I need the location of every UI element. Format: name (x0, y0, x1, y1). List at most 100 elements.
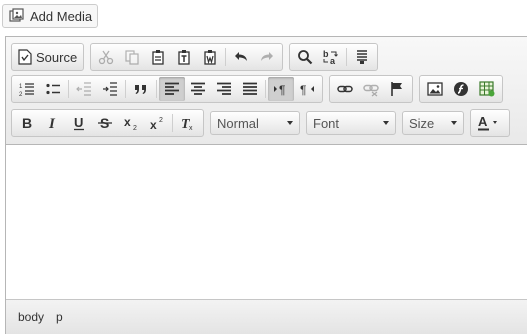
element-path-p[interactable]: p (56, 310, 63, 324)
separator (225, 48, 227, 66)
decrease-indent-icon (76, 81, 92, 97)
underline-button[interactable]: U (66, 111, 92, 135)
svg-text:B: B (22, 115, 32, 131)
replace-button[interactable]: ba (318, 45, 344, 69)
list-group: 12 ¶ ¶ (11, 75, 323, 103)
copy-button[interactable] (119, 45, 145, 69)
anchor-button[interactable] (384, 77, 410, 101)
font-select[interactable]: Font (306, 111, 396, 135)
basic-styles-group: B I U S x 2 x 2 T x (11, 109, 204, 137)
paste-word-icon (202, 49, 218, 65)
document-group: Source (11, 43, 85, 71)
align-right-icon (216, 81, 232, 97)
font-select-value: Font (313, 115, 340, 131)
separator (346, 48, 348, 66)
decrease-indent-button[interactable] (71, 77, 97, 101)
align-left-button[interactable] (159, 77, 185, 101)
colors-group: A (470, 109, 510, 137)
undo-button[interactable] (228, 45, 254, 69)
rich-text-editor: Source b a 1 2 ¶ ¶ B I U S x 2 x 2 T x N… (5, 36, 527, 334)
redo-button[interactable] (254, 45, 280, 69)
paste-button[interactable] (145, 45, 171, 69)
size-select-value: Size (409, 115, 435, 131)
image-button[interactable] (422, 77, 448, 101)
cut-button[interactable] (93, 45, 119, 69)
italic-button[interactable]: I (40, 111, 66, 135)
text-direction-rtl-button[interactable]: ¶ (294, 77, 320, 101)
table-icon (479, 81, 495, 97)
links-group (329, 75, 413, 103)
toolbar-row-1: Source b a (11, 43, 384, 71)
bulleted-list-button[interactable] (40, 77, 66, 101)
redo-icon (259, 49, 275, 65)
numbered-list-button[interactable]: 12 (14, 77, 40, 101)
justify-icon (242, 81, 258, 97)
chevron-down-icon (287, 121, 293, 125)
add-media-button[interactable]: Add Media (2, 4, 98, 28)
undo-icon (233, 49, 249, 65)
paste-text-button[interactable] (171, 45, 197, 69)
bulleted-list-icon (45, 81, 61, 97)
svg-text:b: b (323, 49, 329, 59)
superscript-button[interactable]: x2 (144, 111, 170, 135)
svg-text:x: x (150, 118, 157, 131)
flash-button[interactable] (448, 77, 474, 101)
svg-text:¶: ¶ (279, 83, 285, 97)
svg-text:¶: ¶ (300, 83, 306, 97)
increase-indent-icon (102, 81, 118, 97)
editor-toolbar: Source b a 1 2 ¶ ¶ B I U S x 2 x 2 T x N… (6, 37, 527, 145)
anchor-flag-icon (389, 81, 405, 97)
strikethrough-button[interactable]: S (92, 111, 118, 135)
subscript-button[interactable]: x2 (118, 111, 144, 135)
chevron-down-icon (383, 121, 389, 125)
clipboard-group (90, 43, 284, 71)
text-color-icon: A (477, 115, 503, 131)
blockquote-icon (133, 81, 149, 97)
text-direction-ltr-button[interactable]: ¶ (268, 77, 294, 101)
select-all-button[interactable] (349, 45, 375, 69)
text-direction-rtl-icon: ¶ (299, 81, 315, 97)
strikethrough-icon: S (97, 115, 113, 131)
table-button[interactable] (474, 77, 500, 101)
svg-text:x: x (189, 125, 193, 131)
source-button[interactable]: Source (14, 45, 81, 69)
unlink-icon (363, 81, 379, 97)
image-icon (427, 81, 443, 97)
editor-content-area[interactable] (6, 145, 527, 298)
link-button[interactable] (332, 77, 358, 101)
separator (265, 80, 266, 98)
unlink-button[interactable] (358, 77, 384, 101)
insert-group (419, 75, 503, 103)
element-path-body[interactable]: body (18, 310, 44, 324)
chevron-down-icon (451, 121, 457, 125)
paste-word-button[interactable] (197, 45, 223, 69)
increase-indent-button[interactable] (97, 77, 123, 101)
size-select[interactable]: Size (402, 111, 464, 135)
separator (68, 80, 69, 98)
copy-icon (124, 49, 140, 65)
blockquote-button[interactable] (128, 77, 154, 101)
cut-icon (98, 49, 114, 65)
toolbar-row-2: 12 ¶ ¶ (11, 75, 509, 103)
remove-format-button[interactable]: Tx (175, 111, 201, 135)
source-icon (18, 49, 32, 65)
remove-format-icon: Tx (180, 115, 196, 131)
text-color-button[interactable]: A (473, 111, 507, 135)
editor-statusbar: body p (6, 299, 527, 334)
editing-group: ba (289, 43, 379, 71)
align-left-icon (164, 81, 180, 97)
align-center-button[interactable] (185, 77, 211, 101)
justify-button[interactable] (237, 77, 263, 101)
text-direction-ltr-icon: ¶ (273, 81, 289, 97)
italic-icon: I (45, 115, 61, 131)
find-button[interactable] (292, 45, 318, 69)
svg-text:A: A (478, 115, 488, 129)
format-select[interactable]: Normal (210, 111, 300, 135)
svg-text:a: a (330, 56, 336, 65)
add-media-label: Add Media (30, 8, 93, 24)
subscript-icon: x2 (123, 115, 139, 131)
bold-button[interactable]: B (14, 111, 40, 135)
align-right-button[interactable] (211, 77, 237, 101)
media-library-icon (9, 8, 25, 24)
numbered-list-icon: 12 (19, 81, 35, 97)
